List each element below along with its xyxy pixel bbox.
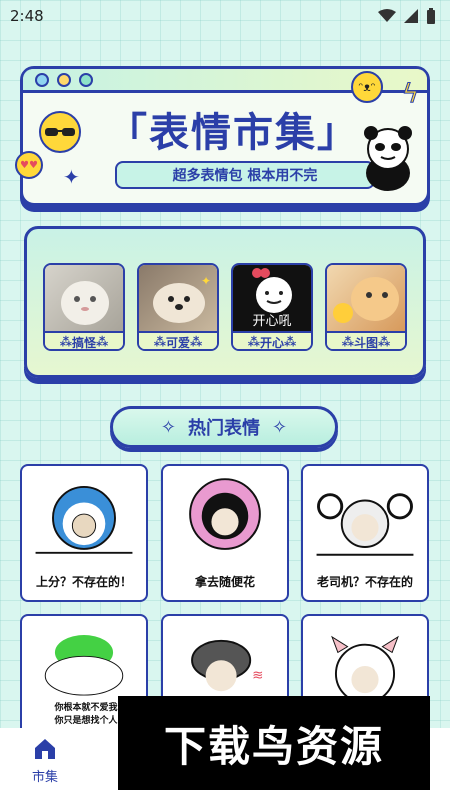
sunglasses-emoji-icon bbox=[39, 111, 81, 153]
green-dot-icon bbox=[79, 72, 93, 87]
nav-item-market[interactable]: 市集 bbox=[20, 736, 70, 796]
blue-dot-icon bbox=[35, 72, 49, 87]
cat-fist-photo-icon bbox=[327, 265, 405, 331]
nav-label-market: 市集 bbox=[31, 770, 58, 785]
category-item-cute[interactable]: ✦ ⁂ 可爱 ⁂ bbox=[137, 263, 219, 351]
panda-face-icon: 开心吼 bbox=[233, 265, 311, 331]
banner-title: 「表情市集」 bbox=[107, 110, 359, 156]
smile-emoji-icon: ᵔᴥᵔ bbox=[351, 71, 383, 103]
svg-text:✦: ✦ bbox=[201, 274, 211, 288]
status-bar: 2:48 bbox=[0, 0, 450, 32]
panda-meme-icon bbox=[364, 126, 412, 191]
category-label: ⁂ 斗图 ⁂ bbox=[327, 331, 405, 349]
svg-text:≋: ≋ bbox=[252, 668, 263, 684]
flower-meme-icon bbox=[189, 478, 261, 550]
signal-icon bbox=[404, 9, 418, 23]
sparkle-left-icon: ✧ bbox=[160, 416, 176, 438]
category-label: ⁂ 开心 ⁂ bbox=[233, 331, 311, 349]
meme-caption: 老司机？不存在的 bbox=[316, 575, 413, 589]
cat-photo-icon bbox=[45, 265, 123, 331]
category-label: ⁂ 搞怪 ⁂ bbox=[45, 331, 123, 349]
meme-card[interactable]: 上分？不存在的！ bbox=[20, 464, 148, 602]
doraemon-meme-icon bbox=[35, 485, 133, 554]
sparkle-icon: ✦ bbox=[63, 165, 80, 189]
banner: 「表情市集」 超多表情包 根本用不完 ♥♥ ✦ ᵔᴥᵔ ϟ bbox=[15, 66, 430, 206]
heart-eyes-emoji-icon: ♥♥ bbox=[15, 151, 43, 179]
battery-icon bbox=[427, 8, 435, 24]
meme-card[interactable]: 老司机？不存在的 bbox=[301, 464, 429, 602]
hot-section-title: ✧ 热门表情 ✧ bbox=[110, 406, 338, 448]
yellow-dot-icon bbox=[57, 72, 71, 87]
dog-photo-icon: ✦ bbox=[139, 265, 217, 331]
meme-caption: 上分？不存在的！ bbox=[35, 575, 132, 589]
home-icon bbox=[35, 739, 55, 759]
category-item-happy[interactable]: 开心吼 ⁂ 开心 ⁂ bbox=[231, 263, 313, 351]
banner-subtitle: 超多表情包 根本用不完 bbox=[115, 161, 375, 189]
meme-card[interactable]: 拿去随便花 bbox=[161, 464, 289, 602]
category-label: ⁂ 可爱 ⁂ bbox=[139, 331, 217, 349]
status-icons bbox=[378, 8, 436, 24]
meme-caption: 拿去随便花 bbox=[194, 575, 255, 589]
watermark: 下载鸟资源 bbox=[118, 696, 430, 790]
category-item-funny[interactable]: ⁂ 搞怪 ⁂ bbox=[43, 263, 125, 351]
wifi-icon bbox=[378, 9, 396, 22]
category-panel: ⁂ 搞怪 ⁂ ✦ ⁂ 可爱 ⁂ 开心吼 ⁂ 开心 ⁂ ⁂ 斗图 ⁂ bbox=[24, 226, 426, 378]
category-overlay-text: 开心吼 bbox=[252, 314, 292, 329]
category-item-battle[interactable]: ⁂ 斗图 ⁂ bbox=[325, 263, 407, 351]
ram-horn-meme-icon bbox=[316, 493, 414, 556]
sparkle-right-icon: ✧ bbox=[272, 416, 288, 438]
lightning-icon: ϟ bbox=[401, 79, 419, 110]
status-time: 2:48 bbox=[10, 7, 44, 25]
